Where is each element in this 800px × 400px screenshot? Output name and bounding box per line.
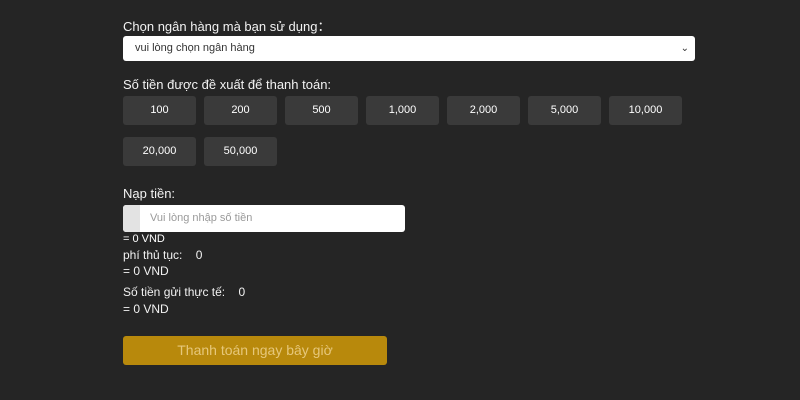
fee-value: 0 — [195, 248, 203, 262]
amount-option-5000[interactable]: 5,000 — [528, 96, 601, 125]
amount-option-200[interactable]: 200 — [204, 96, 277, 125]
suggested-amounts-label: Số tiền được đề xuất để thanh toán: — [123, 77, 332, 92]
amount-option-10000[interactable]: 10,000 — [609, 96, 682, 125]
bank-select[interactable]: vui lòng chọn ngân hàng ⌄ — [123, 36, 695, 61]
bank-select-value: vui lòng chọn ngân hàng — [135, 42, 255, 54]
deposit-label: Nạp tiền: — [123, 186, 176, 201]
pay-now-button[interactable]: Thanh toán ngay bây giờ — [123, 336, 387, 365]
actual-label: Số tiền gửi thực tế: — [123, 285, 226, 299]
amount-option-50000[interactable]: 50,000 — [204, 137, 277, 166]
deposit-amount-input[interactable]: Vui lòng nhập số tiền — [123, 205, 405, 232]
amount-option-2000[interactable]: 2,000 — [447, 96, 520, 125]
deposit-converted: = 0 VND — [123, 233, 165, 245]
chevron-down-icon: ⌄ — [680, 43, 689, 54]
actual-value: 0 — [238, 285, 246, 299]
deposit-placeholder: Vui lòng nhập số tiền — [150, 212, 253, 224]
fee-converted: = 0 VND — [123, 264, 169, 278]
amount-option-500[interactable]: 500 — [285, 96, 358, 125]
fee-row: phí thủ tục: 0 — [123, 248, 202, 262]
amount-option-20000[interactable]: 20,000 — [123, 137, 196, 166]
actual-row: Số tiền gửi thực tế: 0 — [123, 285, 245, 299]
amount-option-100[interactable]: 100 — [123, 96, 196, 125]
fee-label: phí thủ tục: — [123, 248, 183, 262]
input-prefix — [123, 205, 140, 232]
actual-converted: = 0 VND — [123, 302, 169, 316]
amount-option-1000[interactable]: 1,000 — [366, 96, 439, 125]
bank-select-label: Chọn ngân hàng mà bạn sử dụng： — [123, 19, 331, 34]
